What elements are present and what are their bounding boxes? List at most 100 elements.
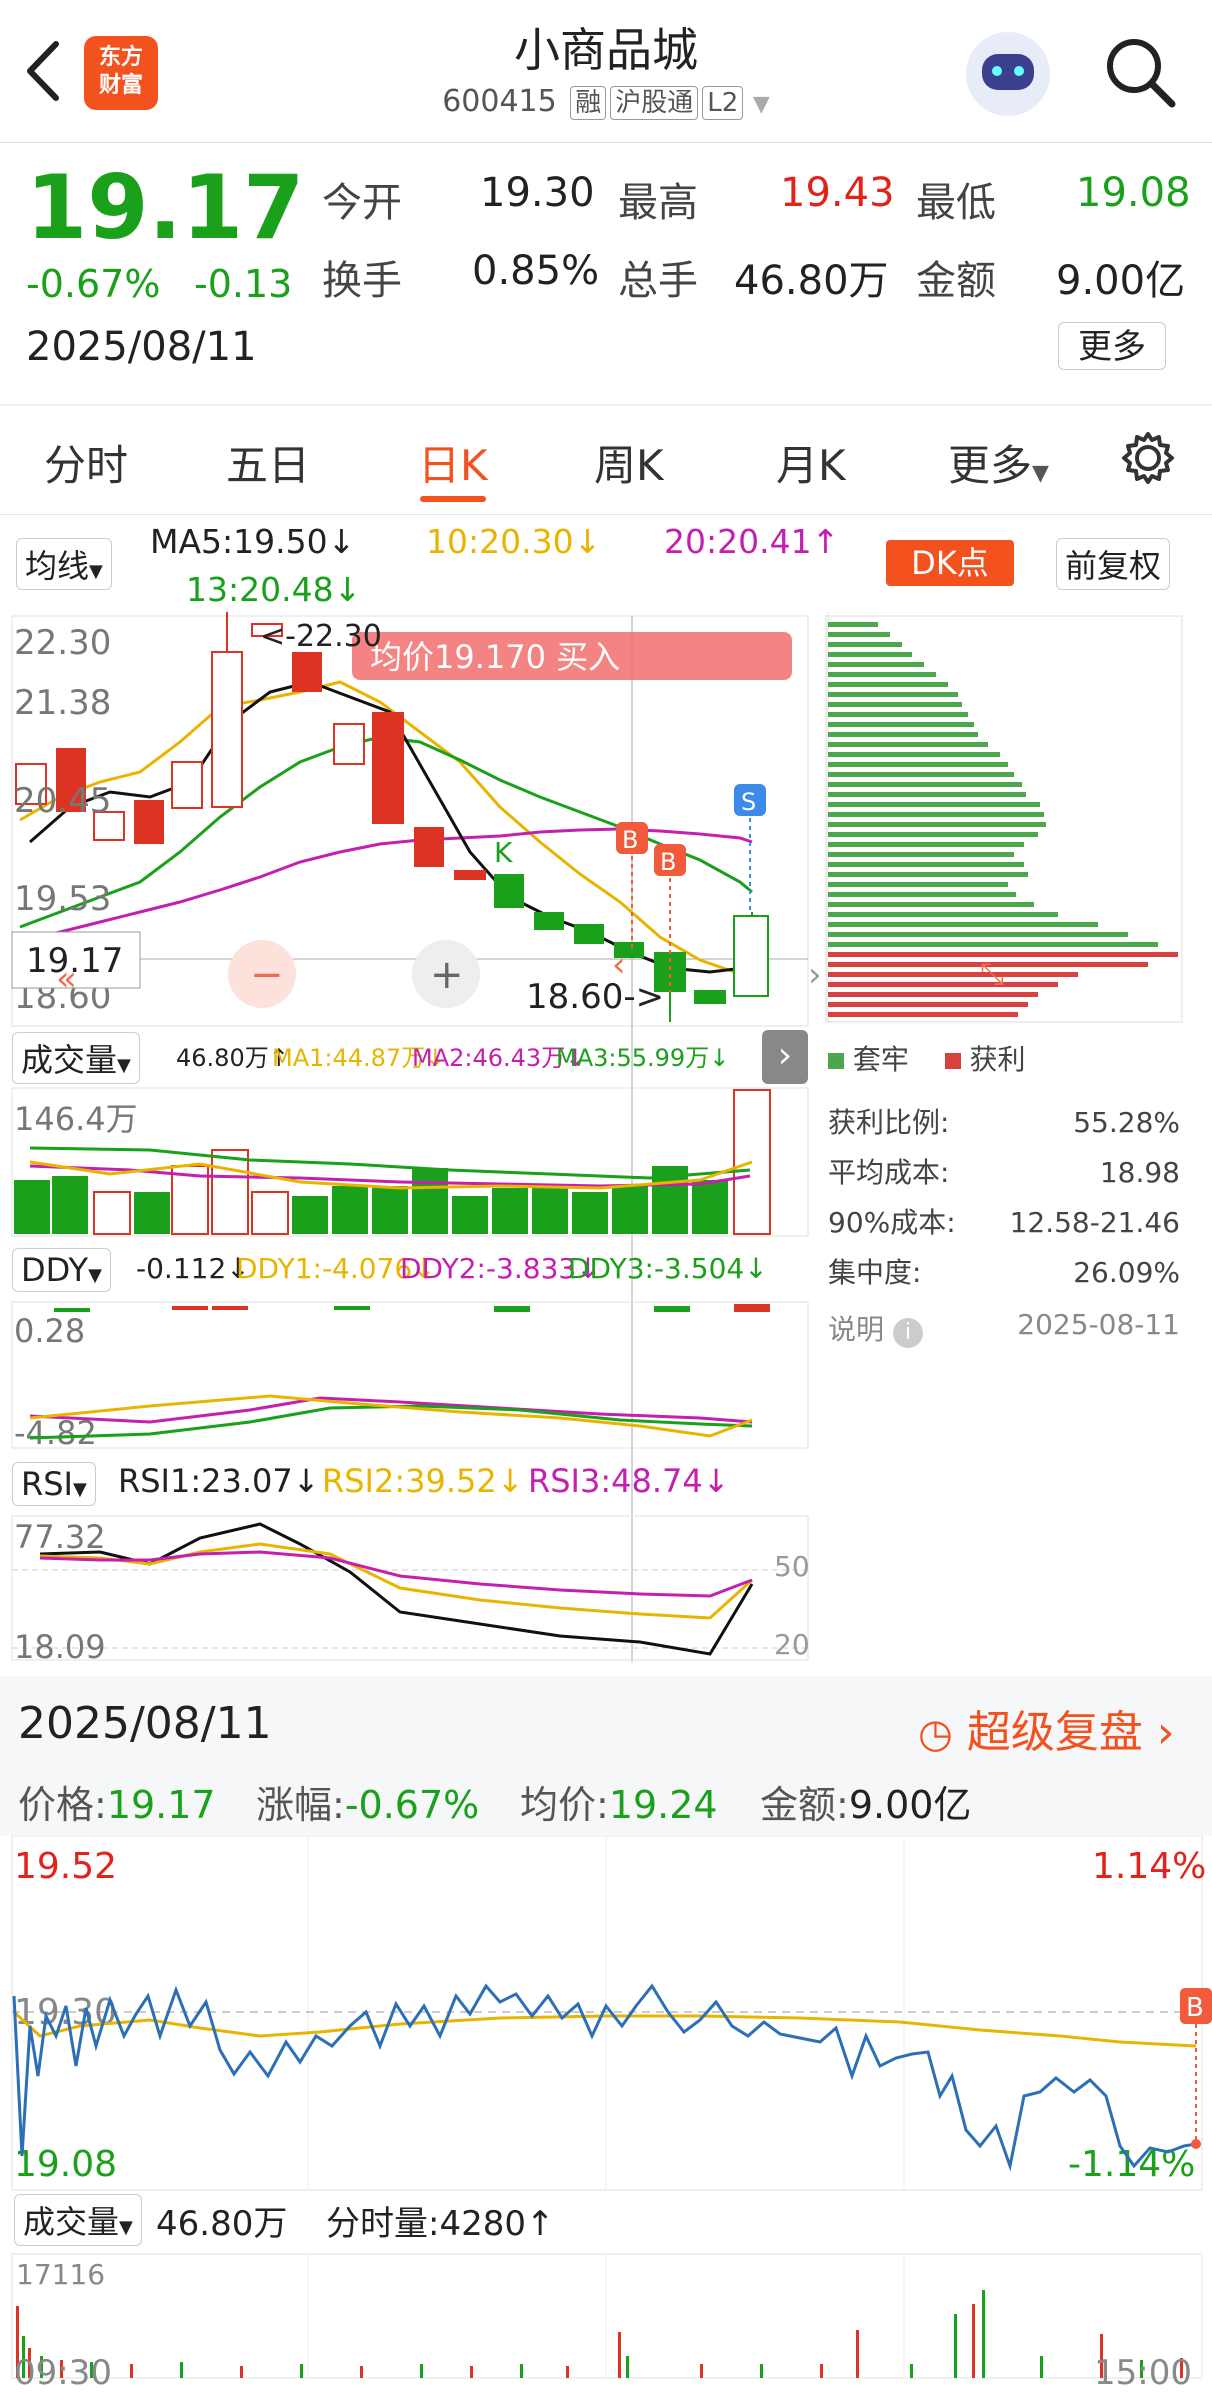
cursor-left-icon: ‹ — [612, 945, 626, 985]
ddy-chart: 0.28 -4.82 — [11, 1301, 809, 1452]
adjust-button[interactable]: 前复权 — [1056, 538, 1171, 590]
current-price: 19.17 — [26, 156, 305, 259]
tab-more-arrow-icon: ▼ — [1032, 461, 1049, 486]
info-icon[interactable]: i — [892, 1318, 923, 1348]
left-arrow-icon: « — [56, 959, 77, 999]
ddy3-value: DDY3:-3.504↓ — [568, 1252, 768, 1285]
svg-text:B: B — [660, 848, 676, 876]
y-label-3: 20.45 — [14, 781, 111, 821]
time-start: 09:30 — [14, 2353, 112, 2393]
banner-text: 均价19.170 买入 — [370, 638, 620, 676]
replay-avg: 均价:19.24 — [520, 1783, 718, 1827]
legend-trapped: 套牢 — [852, 1043, 909, 1076]
open-value: 19.30 — [480, 170, 595, 216]
replay-amount: 金额:9.00亿 — [760, 1783, 972, 1827]
replay-date: 2025/08/11 — [18, 1698, 272, 1749]
change-percent: -0.67% — [26, 262, 161, 306]
dk-point-button[interactable]: DK点 — [886, 540, 1014, 586]
low-annotation: 18.60-> — [526, 977, 664, 1017]
super-replay-button[interactable]: ◷ 超级复盘 › — [918, 1696, 1175, 1760]
chip-stat-row: 集中度: 26.09% — [828, 1256, 1180, 1289]
chip-stat-row: 90%成本: 12.58-21.46 — [828, 1206, 1180, 1239]
tab-monthly-k[interactable]: 月K — [776, 432, 846, 493]
rsi-selector[interactable]: RSI▼ — [12, 1462, 96, 1506]
avg-price-line — [12, 2010, 1197, 2048]
rsi-y-bottom: 18.09 — [14, 1628, 106, 1664]
high-label: 最高 — [618, 180, 698, 226]
intraday-y-bottom: 19.08 — [14, 2144, 117, 2185]
chip-expand-icon: ⤡ — [980, 957, 1004, 992]
top-bar: 东方 财富 小商品城 600415 融沪股通 L2 ▼ — [0, 0, 1212, 140]
change-amount: -0.13 — [194, 262, 293, 306]
tab-intraday[interactable]: 分时 — [44, 432, 128, 493]
intraday-chart[interactable]: 19.52 19.30 19.08 1.14% -1.14% B 17116 0… — [0, 1836, 1212, 2401]
intraday-y-top: 19.52 — [14, 1846, 117, 1887]
ma5-value: MA5:19.50↓ — [150, 522, 356, 561]
note-link[interactable]: 说明 i — [828, 1308, 923, 1348]
price-line — [12, 1983, 1197, 2172]
y-label-2: 21.38 — [14, 683, 111, 723]
chip-stat-row: 平均成本: 18.98 — [828, 1156, 1180, 1189]
chip-stat-row: 获利比例: 55.28% — [828, 1106, 1180, 1139]
replay-change: 涨幅:-0.67% — [256, 1783, 480, 1827]
time-end: 15:00 — [1094, 2353, 1192, 2393]
intraday-vol-y: 17116 — [16, 2258, 105, 2291]
ma-selector[interactable]: 均线▼ — [16, 538, 112, 590]
robot-avatar-icon[interactable] — [966, 32, 1050, 116]
tab-active-indicator — [420, 496, 486, 502]
open-label: 今开 — [322, 180, 402, 226]
svg-text:+: + — [430, 952, 464, 998]
k-marker: K — [494, 836, 513, 869]
rsi1-value: RSI1:23.07↓ — [118, 1462, 320, 1500]
intraday-minute-volume: 分时量:4280↑ — [326, 2204, 555, 2244]
low-label: 最低 — [916, 180, 996, 226]
tab-daily-k[interactable]: 日K — [418, 432, 488, 493]
volume-selector[interactable]: 成交量▼ — [12, 1032, 140, 1084]
more-button[interactable]: 更多 — [1058, 322, 1166, 370]
ma20-value: 20:20.41↑ — [664, 522, 840, 561]
chip-stats: 获利比例: 55.28% 平均成本: 18.98 90%成本: 12.58-21.46… — [828, 1098, 1180, 1298]
stock-code: 600415 — [442, 84, 557, 119]
turnover-value: 0.85% — [472, 248, 600, 294]
search-icon[interactable] — [1102, 34, 1178, 110]
gear-icon[interactable] — [1118, 428, 1178, 488]
tab-weekly-k[interactable]: 周K — [594, 432, 664, 493]
high-annotation: <-22.30 — [260, 619, 382, 654]
volume-value: 46.80万 — [734, 258, 889, 304]
rsi-chart: 77.32 18.09 50 20 — [11, 1515, 810, 1664]
intraday-volume-selector[interactable]: 成交量▼ — [14, 2194, 142, 2246]
volume-ma3: MA3:55.99万↓ — [556, 1044, 730, 1072]
ddy-selector[interactable]: DDY▼ — [12, 1248, 111, 1292]
chip-legend: 套牢 获利 — [828, 1038, 1025, 1078]
low-value: 19.08 — [1076, 170, 1191, 216]
y-label-1: 22.30 — [14, 623, 111, 663]
svg-text:S: S — [741, 788, 756, 816]
volume-y-label: 146.4万 — [14, 1100, 138, 1138]
panel-toggle-icon[interactable]: › — [762, 1030, 808, 1084]
turnover-label: 换手 — [322, 258, 402, 304]
chip-note: 说明 i 2025-08-11 — [828, 1308, 1180, 1348]
tab-more[interactable]: 更多▼ — [948, 432, 1049, 493]
high-value: 19.43 — [780, 170, 895, 216]
y-label-4: 19.53 — [14, 879, 111, 919]
ma13-value: 13:20.48↓ — [186, 570, 362, 609]
replay-price: 价格:19.17 — [18, 1783, 216, 1827]
chip-distribution-bars — [825, 612, 1183, 1023]
svg-text:B: B — [1186, 1993, 1204, 2023]
tab-five-day[interactable]: 五日 — [226, 432, 310, 493]
dropdown-icon[interactable]: ▼ — [753, 92, 770, 117]
margin-chip: 融 — [570, 86, 607, 120]
level2-chip: L2 — [702, 86, 744, 120]
amount-value: 9.00亿 — [1056, 258, 1186, 304]
intraday-volume-bars — [11, 2253, 1203, 2379]
ddy-value: -0.112↓ — [136, 1252, 250, 1285]
intraday-pct-top: 1.14% — [1092, 1846, 1206, 1887]
rsi-right-50: 50 — [774, 1550, 810, 1583]
clock-history-icon: ◷ — [918, 1711, 953, 1757]
note-date: 2025-08-11 — [1017, 1308, 1180, 1341]
ddy-y-top: 0.28 — [14, 1312, 85, 1350]
connect-chip: 沪股通 — [610, 86, 699, 120]
rsi2-value: RSI2:39.52↓ — [322, 1462, 524, 1500]
rsi3-value: RSI3:48.74↓ — [528, 1462, 730, 1500]
rsi-y-top: 77.32 — [14, 1518, 106, 1556]
